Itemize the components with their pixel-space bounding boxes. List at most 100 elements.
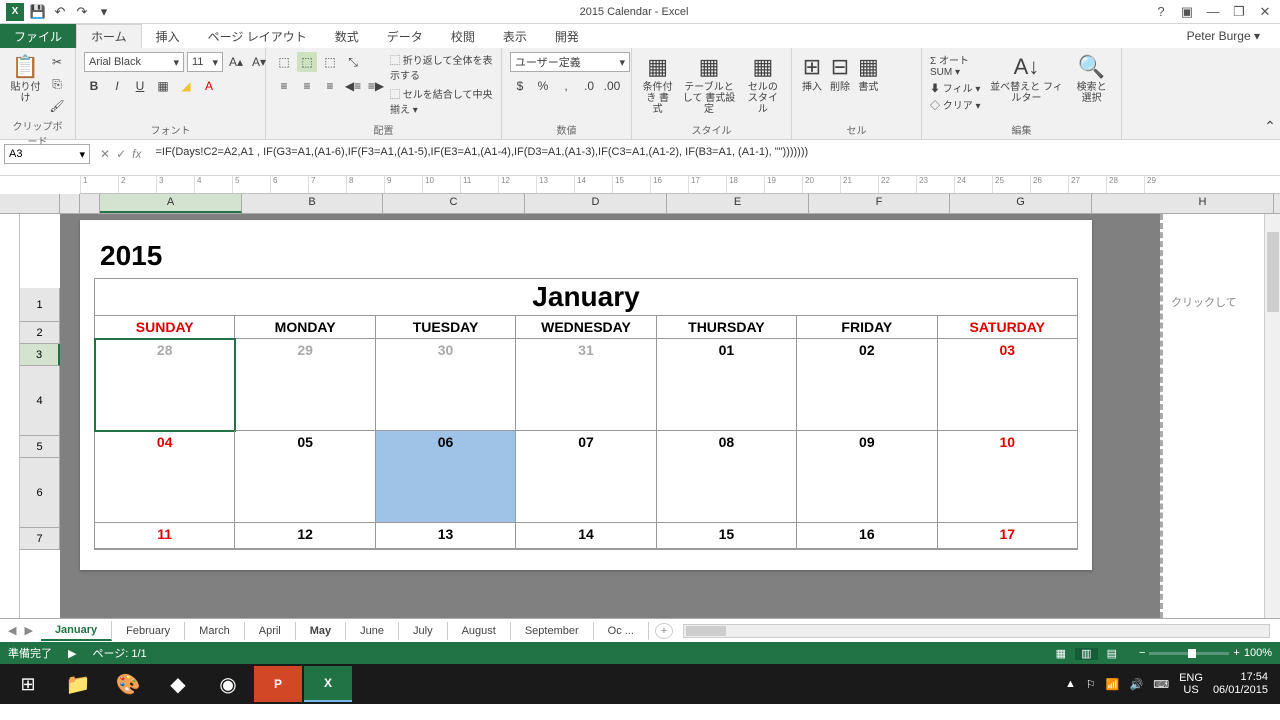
sheet-tab-august[interactable]: August — [448, 622, 511, 640]
col-header-d[interactable]: D — [525, 194, 667, 213]
day-cell[interactable]: 14 — [516, 523, 656, 549]
sort-filter-button[interactable]: A↓並べ替えと フィルター — [987, 52, 1066, 106]
align-right-icon[interactable]: ≡ — [320, 76, 340, 96]
tab-page-layout[interactable]: ページ レイアウト — [194, 24, 321, 48]
day-cell[interactable]: 12 — [235, 523, 375, 549]
underline-button[interactable]: U — [130, 76, 150, 96]
align-bottom-icon[interactable]: ⬚ — [320, 52, 340, 72]
align-center-icon[interactable]: ≡ — [297, 76, 317, 96]
page-layout-view-icon[interactable]: ▥ — [1075, 648, 1097, 660]
day-cell[interactable]: 16 — [797, 523, 937, 549]
collapse-ribbon-icon[interactable]: ⌃ — [1260, 118, 1280, 139]
zoom-level[interactable]: 100% — [1244, 647, 1272, 659]
tab-file[interactable]: ファイル — [0, 24, 76, 48]
paste-button[interactable]: 📋 貼り付け — [8, 52, 43, 106]
font-size-select[interactable]: 11▾ — [187, 52, 223, 72]
font-color-icon[interactable]: A — [199, 76, 219, 96]
col-header-e[interactable]: E — [667, 194, 809, 213]
tab-insert[interactable]: 挿入 — [142, 24, 194, 48]
decrease-indent-icon[interactable]: ◀≡ — [343, 76, 363, 96]
sheet-nav-prev-icon[interactable]: ◀ — [8, 624, 16, 637]
tray-network-icon[interactable]: 📶 — [1106, 678, 1120, 691]
bold-button[interactable]: B — [84, 76, 104, 96]
day-cell[interactable]: 02 — [797, 339, 937, 431]
fill-button[interactable]: ⬇ フィル ▾ — [930, 80, 983, 95]
align-left-icon[interactable]: ≡ — [274, 76, 294, 96]
tab-data[interactable]: データ — [373, 24, 437, 48]
day-cell[interactable]: 30 — [376, 339, 516, 431]
user-name[interactable]: Peter Burge ▾ — [1187, 29, 1280, 43]
taskbar-explorer-icon[interactable]: 📁 — [54, 666, 102, 702]
sheet-nav-next-icon[interactable]: ▶ — [24, 624, 32, 637]
decrease-decimal-icon[interactable]: .00 — [602, 76, 622, 96]
sheet-tab-may[interactable]: May — [296, 622, 346, 640]
font-name-select[interactable]: Arial Black▾ — [84, 52, 184, 72]
autosum-button[interactable]: Σ オート SUM ▾ — [930, 52, 983, 78]
add-sheet-button[interactable]: + — [655, 623, 673, 639]
sheet-tab-february[interactable]: February — [112, 622, 185, 640]
day-cell[interactable]: 08 — [657, 431, 797, 523]
day-cell[interactable]: 15 — [657, 523, 797, 549]
cancel-formula-icon[interactable]: ✕ — [100, 147, 110, 161]
percent-icon[interactable]: % — [533, 76, 553, 96]
comma-icon[interactable]: , — [556, 76, 576, 96]
minimize-icon[interactable]: — — [1202, 4, 1224, 20]
col-header-b[interactable]: B — [242, 194, 383, 213]
italic-button[interactable]: I — [107, 76, 127, 96]
enter-formula-icon[interactable]: ✓ — [116, 147, 126, 161]
row-header-2[interactable]: 2 — [20, 322, 60, 344]
tray-clock[interactable]: 17:5406/01/2015 — [1213, 671, 1268, 697]
day-cell[interactable]: 04 — [95, 431, 235, 523]
redo-icon[interactable]: ↷ — [74, 4, 90, 20]
name-box[interactable]: A3▾ — [4, 144, 90, 164]
tab-developer[interactable]: 開発 — [541, 24, 593, 48]
day-cell[interactable]: 01 — [657, 339, 797, 431]
ribbon-options-icon[interactable]: ▣ — [1176, 4, 1198, 20]
taskbar-gimp-icon[interactable]: 🎨 — [104, 666, 152, 702]
vertical-scrollbar[interactable] — [1264, 214, 1280, 618]
conditional-format-button[interactable]: ▦条件付き 書式 — [640, 52, 675, 117]
zoom-in-icon[interactable]: + — [1233, 647, 1239, 659]
formula-input[interactable]: =IF(Days!C2=A2,A1 , IF(G3=A1,(A1-6),IF(F… — [151, 144, 1280, 164]
sheet-tab-october[interactable]: Oc ... — [594, 622, 649, 640]
taskbar-chrome-icon[interactable]: ◉ — [204, 666, 252, 702]
row-header-7[interactable]: 7 — [20, 528, 60, 550]
delete-cells-button[interactable]: ⊟削除 — [828, 52, 852, 95]
horizontal-scrollbar[interactable] — [683, 624, 1270, 638]
tab-formulas[interactable]: 数式 — [321, 24, 373, 48]
side-pane[interactable]: クリックして — [1160, 214, 1280, 618]
tray-volume-icon[interactable]: 🔊 — [1130, 678, 1144, 691]
day-cell[interactable]: 03 — [938, 339, 1077, 431]
copy-icon[interactable]: ⎘ — [47, 74, 67, 94]
page-break-view-icon[interactable]: ▤ — [1101, 648, 1123, 660]
border-icon[interactable]: ▦ — [153, 76, 173, 96]
col-header-g[interactable]: G — [950, 194, 1092, 213]
merge-center-button[interactable]: ⬚ セルを結合して中央揃え ▾ — [390, 86, 493, 116]
day-cell[interactable]: 13 — [376, 523, 516, 549]
col-header-a[interactable]: A — [100, 194, 242, 213]
zoom-out-icon[interactable]: − — [1139, 647, 1145, 659]
row-header-5[interactable]: 5 — [20, 436, 60, 458]
currency-icon[interactable]: $ — [510, 76, 530, 96]
format-cells-button[interactable]: ▦書式 — [856, 52, 881, 95]
tab-home[interactable]: ホーム — [76, 24, 142, 48]
restore-icon[interactable]: ❐ — [1228, 4, 1250, 20]
start-button[interactable]: ⊞ — [4, 666, 52, 702]
row-header-3[interactable]: 3 — [20, 344, 60, 366]
fx-icon[interactable]: fx — [132, 147, 141, 161]
day-cell-highlighted[interactable]: 06 — [376, 431, 516, 523]
sheet-tab-march[interactable]: March — [185, 622, 245, 640]
find-select-button[interactable]: 🔍検索と 選択 — [1070, 52, 1113, 106]
number-format-select[interactable]: ユーザー定義▾ — [510, 52, 630, 72]
col-header-h[interactable]: H — [1132, 194, 1274, 213]
status-macro-icon[interactable]: ▶ — [68, 647, 76, 660]
tray-action-center-icon[interactable]: ⚐ — [1086, 678, 1096, 691]
cell-a3[interactable]: 28 — [95, 339, 235, 431]
day-cell[interactable]: 10 — [938, 431, 1077, 523]
align-middle-icon[interactable]: ⬚ — [297, 52, 317, 72]
clear-button[interactable]: ◇ クリア ▾ — [930, 97, 983, 112]
col-header-f[interactable]: F — [809, 194, 950, 213]
taskbar-powerpoint-icon[interactable]: P — [254, 666, 302, 702]
fill-color-icon[interactable]: ◢ — [176, 76, 196, 96]
format-painter-icon[interactable]: 🖌 — [47, 96, 67, 116]
